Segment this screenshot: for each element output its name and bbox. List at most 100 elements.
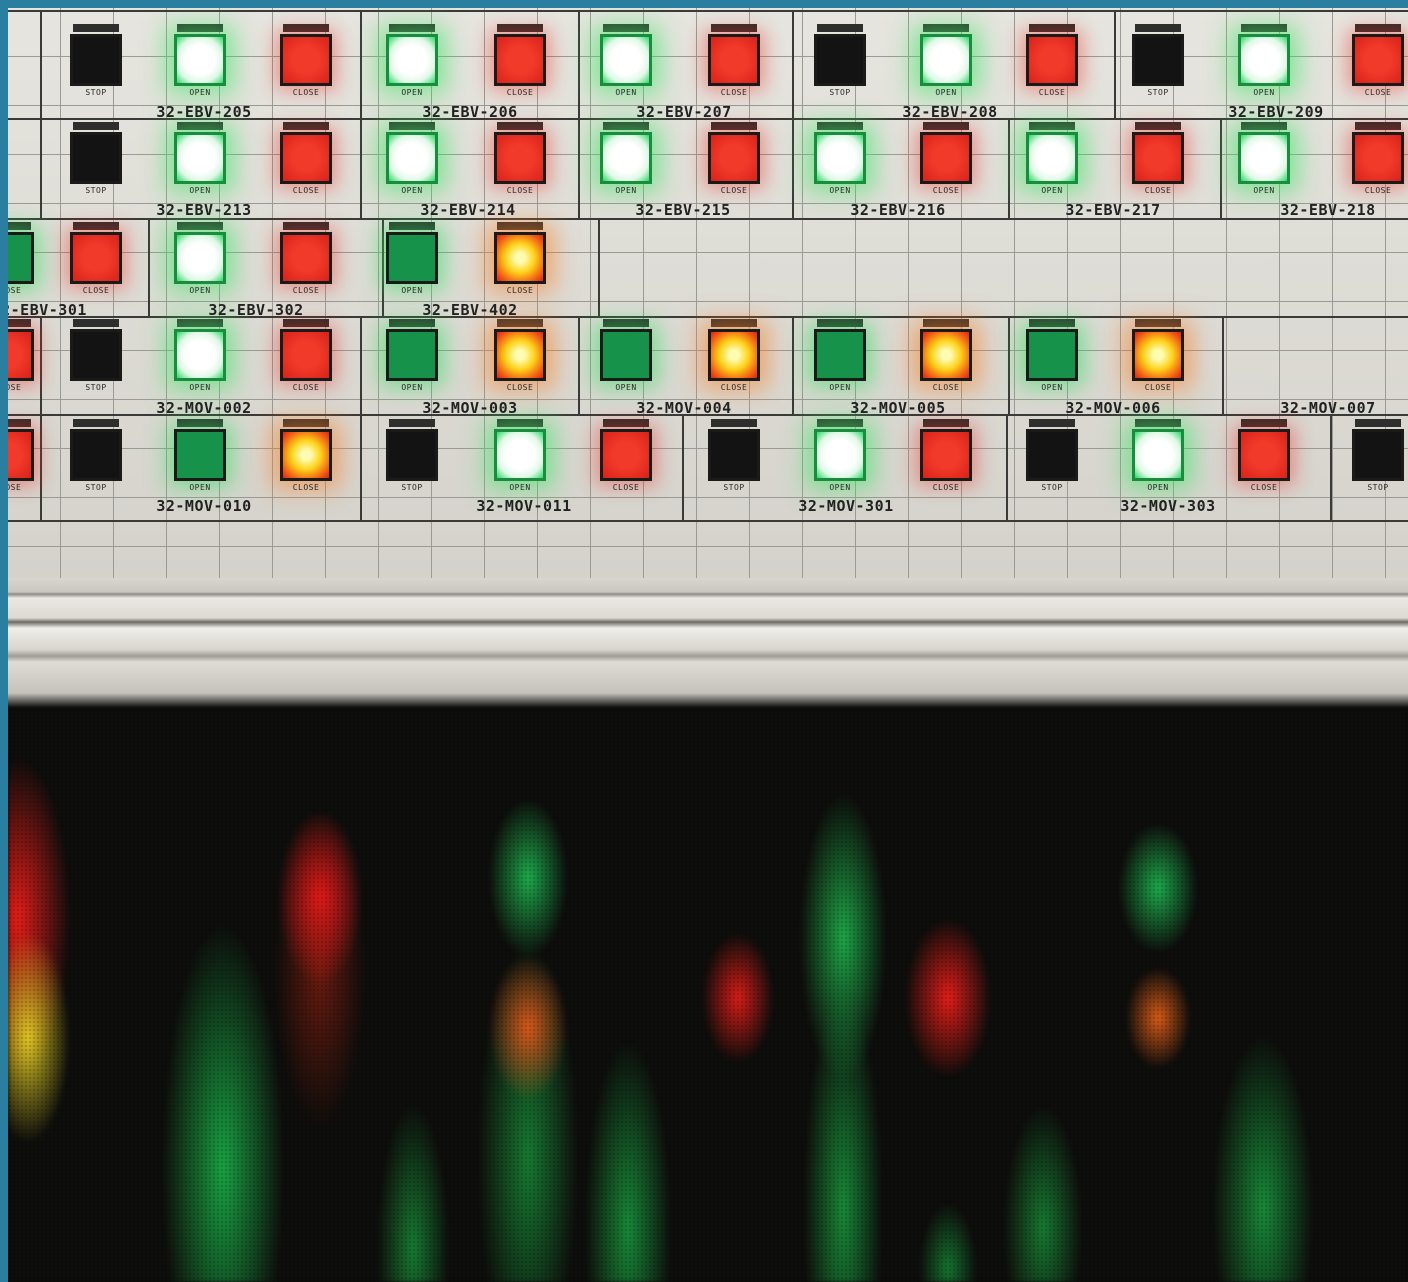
row-divider bbox=[8, 520, 1408, 522]
lamp-tag: OPEN bbox=[829, 383, 851, 392]
indicator-lamp bbox=[708, 329, 760, 381]
indicator-lamp bbox=[600, 34, 652, 86]
valve-label: 32-EBV-302 bbox=[208, 301, 304, 319]
indicator-lamp bbox=[386, 329, 438, 381]
indicator-lamp bbox=[1352, 34, 1404, 86]
lamp-nameplate bbox=[283, 419, 329, 427]
indicator-lamp bbox=[494, 34, 546, 86]
indicator-lamp bbox=[280, 132, 332, 184]
indicator-lamp bbox=[920, 34, 972, 86]
film-grain bbox=[8, 708, 1408, 1282]
lamp-nameplate bbox=[73, 419, 119, 427]
lamp-nameplate bbox=[8, 319, 31, 327]
lamp-nameplate bbox=[1029, 319, 1075, 327]
lamp-tag: STOP bbox=[1367, 483, 1389, 492]
lamp-tag: OPEN bbox=[189, 483, 211, 492]
valve-label: 32-EBV-209 bbox=[1228, 103, 1324, 121]
indicator-lamp bbox=[814, 132, 866, 184]
section-divider bbox=[578, 118, 580, 218]
lamp-tag: OPEN bbox=[401, 88, 423, 97]
lamp-tag: OPEN bbox=[615, 383, 637, 392]
lamp-tag: CLOSE bbox=[1144, 383, 1172, 392]
section-divider bbox=[40, 118, 42, 218]
lamp-nameplate bbox=[283, 24, 329, 32]
lamp-tag: CLOSE bbox=[8, 483, 22, 492]
lamp-nameplate bbox=[923, 122, 969, 130]
lamp-nameplate bbox=[177, 24, 223, 32]
lamp-tag: OPEN bbox=[1253, 88, 1275, 97]
valve-label: 32-MOV-301 bbox=[798, 497, 894, 515]
lamp-nameplate bbox=[1135, 319, 1181, 327]
indicator-lamp bbox=[494, 329, 546, 381]
lamp-nameplate bbox=[1355, 419, 1401, 427]
lamp-tag: OPEN bbox=[615, 186, 637, 195]
valve-label: 32-MOV-011 bbox=[476, 497, 572, 515]
lamp-nameplate bbox=[923, 24, 969, 32]
lamp-tag: OPEN bbox=[189, 186, 211, 195]
lamp-tag: OPEN bbox=[829, 186, 851, 195]
section-divider bbox=[40, 316, 42, 414]
lamp-nameplate bbox=[73, 319, 119, 327]
section-divider bbox=[1220, 118, 1222, 218]
lamp-tag: STOP bbox=[1147, 88, 1169, 97]
lamp-nameplate bbox=[8, 222, 31, 230]
photo-frame: STOP OPEN CLOSE OPEN CLOSE OPEN CLOSE STOP OPEN C… bbox=[8, 8, 1408, 1282]
indicator-lamp bbox=[814, 34, 866, 86]
indicator-lamp bbox=[920, 329, 972, 381]
lamp-nameplate bbox=[1355, 122, 1401, 130]
section-divider bbox=[1006, 414, 1008, 520]
section-divider bbox=[792, 10, 794, 118]
lamp-tag: CLOSE bbox=[932, 186, 960, 195]
lamp-nameplate bbox=[497, 319, 543, 327]
section-divider bbox=[360, 10, 362, 118]
lamp-tag: CLOSE bbox=[720, 186, 748, 195]
section-divider bbox=[148, 218, 150, 316]
section-divider bbox=[682, 414, 684, 520]
section-divider bbox=[1330, 414, 1332, 520]
lamp-tag: OPEN bbox=[1041, 186, 1063, 195]
lamp-nameplate bbox=[73, 24, 119, 32]
lamp-tag: CLOSE bbox=[8, 383, 22, 392]
valve-label: 2-EBV-301 bbox=[8, 301, 87, 319]
lamp-tag: OPEN bbox=[189, 286, 211, 295]
lamp-nameplate bbox=[497, 24, 543, 32]
section-divider bbox=[792, 118, 794, 218]
lamp-tag: OPEN bbox=[1147, 483, 1169, 492]
lamp-tag: CLOSE bbox=[506, 88, 534, 97]
indicator-lamp bbox=[920, 429, 972, 481]
lamp-tag: CLOSE bbox=[292, 286, 320, 295]
section-divider bbox=[360, 414, 362, 520]
valve-label: 32-EBV-216 bbox=[850, 201, 946, 219]
lamp-tag: CLOSE bbox=[82, 286, 110, 295]
indicator-lamp bbox=[280, 232, 332, 284]
indicator-lamp bbox=[1132, 429, 1184, 481]
lamp-tag: STOP bbox=[85, 88, 107, 97]
section-divider bbox=[792, 316, 794, 414]
indicator-lamp bbox=[386, 34, 438, 86]
indicator-lamp bbox=[600, 429, 652, 481]
lamp-tag: CLOSE bbox=[292, 383, 320, 392]
lamp-nameplate bbox=[177, 122, 223, 130]
indicator-lamp bbox=[70, 34, 122, 86]
lamp-nameplate bbox=[1241, 122, 1287, 130]
lamp-tag: OPEN bbox=[401, 186, 423, 195]
indicator-lamp bbox=[174, 429, 226, 481]
indicator-lamp bbox=[1026, 132, 1078, 184]
lamp-tag: CLOSE bbox=[1038, 88, 1066, 97]
lamp-nameplate bbox=[1135, 122, 1181, 130]
valve-label: 32-MOV-303 bbox=[1120, 497, 1216, 515]
lamp-tag: OPEN bbox=[509, 483, 531, 492]
valve-label: 32-EBV-206 bbox=[422, 103, 518, 121]
lamp-nameplate bbox=[1029, 122, 1075, 130]
lamp-nameplate bbox=[711, 24, 757, 32]
indicator-lamp bbox=[70, 232, 122, 284]
lamp-tag: OPEN bbox=[401, 383, 423, 392]
valve-label: 32-MOV-005 bbox=[850, 399, 946, 417]
lamp-nameplate bbox=[497, 222, 543, 230]
indicator-lamp bbox=[920, 132, 972, 184]
indicator-lamp bbox=[70, 429, 122, 481]
valve-label: 32-EBV-213 bbox=[156, 201, 252, 219]
lamp-tag: STOP bbox=[85, 483, 107, 492]
indicator-lamp bbox=[70, 132, 122, 184]
valve-label: 32-MOV-007 bbox=[1280, 399, 1376, 417]
